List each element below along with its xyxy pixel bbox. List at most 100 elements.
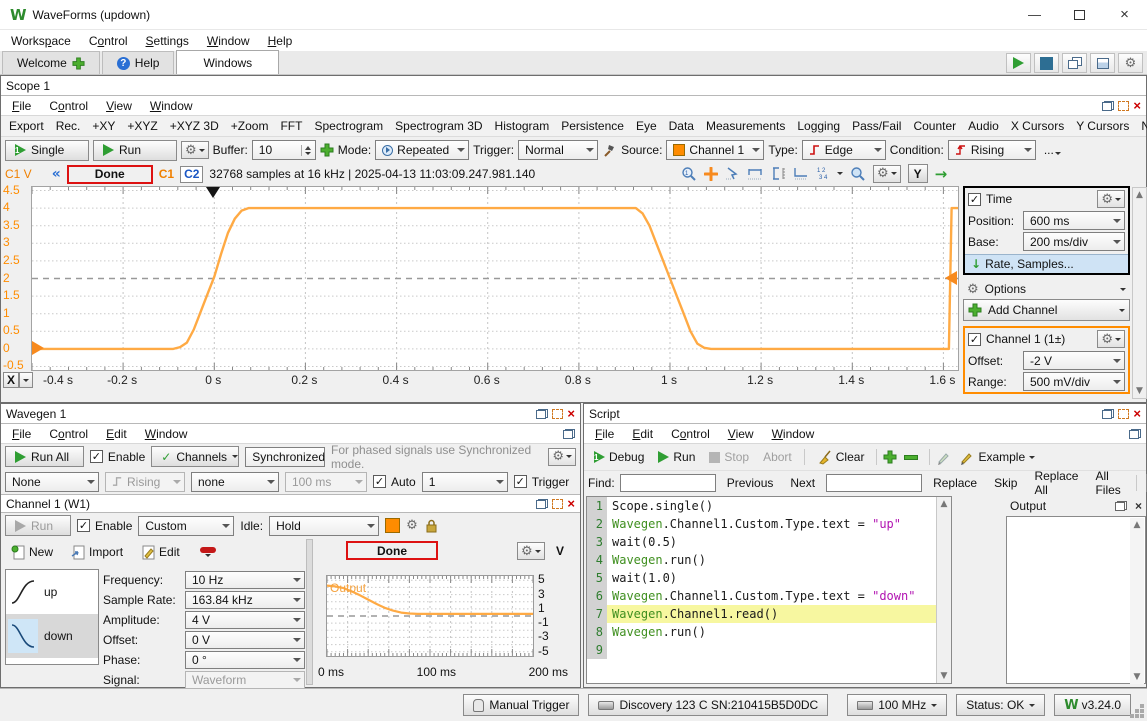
scope-toolbar-item[interactable]: Spectrogram 3D <box>389 119 488 133</box>
trigger-mode-select[interactable]: Normal <box>518 140 598 160</box>
offset-select[interactable]: -2 V <box>1023 351 1125 370</box>
cursors-1234-icon[interactable]: 1 23 4 <box>816 166 830 181</box>
stop-button[interactable]: Stop <box>703 447 755 467</box>
menu-item[interactable]: Control <box>80 32 137 50</box>
resize-grip[interactable] <box>1140 714 1144 718</box>
spin-down-icon[interactable] <box>305 152 311 155</box>
parameter-select[interactable]: 4 V <box>185 611 305 629</box>
tile-windows-icon[interactable] <box>1090 53 1115 73</box>
wavegen-menu-item[interactable]: Window <box>136 425 197 443</box>
scope-toolbar-item[interactable]: +XYZ 3D <box>164 119 225 133</box>
wavegen-close-icon[interactable]: × <box>567 409 575 419</box>
scope-toolbar-item[interactable]: Export <box>3 119 50 133</box>
scroll-up-icon[interactable]: ▲ <box>1136 190 1143 200</box>
horizontal-cursor-icon[interactable] <box>747 166 763 181</box>
more-options-button[interactable]: ... <box>1044 143 1061 157</box>
channel-enable-checkbox[interactable]: ✓Enable <box>77 519 132 533</box>
trigger-time-marker-icon[interactable] <box>206 187 220 198</box>
auto-checkbox[interactable]: ✓Auto <box>373 475 416 489</box>
range-select[interactable]: 500 mV/div <box>1023 372 1125 391</box>
channel1-tab[interactable]: C1 <box>159 167 174 181</box>
scope-close-icon[interactable]: × <box>1133 101 1141 111</box>
stop-all-icon[interactable] <box>1034 53 1059 73</box>
script-menu-item[interactable]: Window <box>763 425 824 443</box>
scope-toolbar-item[interactable]: Measurements <box>700 119 791 133</box>
scope-toolbar-item[interactable]: +XYZ <box>121 119 163 133</box>
tab-windows[interactable]: Windows <box>176 50 279 74</box>
rate-samples-link[interactable]: ↓ Rate, Samples... <box>965 254 1128 273</box>
status-button[interactable]: Status: OK <box>956 694 1045 716</box>
tab-welcome[interactable]: Welcome <box>2 51 100 74</box>
code-scrollbar[interactable]: ▲ ▼ <box>936 497 951 683</box>
script-close-icon[interactable]: × <box>1133 409 1141 419</box>
scope-side-scrollbar[interactable]: ▲ ▼ <box>1132 187 1147 399</box>
scope-toolbar-item[interactable]: Spectrogram <box>308 119 389 133</box>
wavegen-menu-item[interactable]: File <box>3 425 40 443</box>
trigger-level-marker-icon[interactable] <box>945 271 957 285</box>
idle-select[interactable]: Hold <box>269 516 379 536</box>
waveform-type-select[interactable]: Custom <box>138 516 234 536</box>
scope-toolbar-item[interactable]: +Zoom <box>225 119 275 133</box>
debug-button[interactable]: 1 Debug <box>588 447 650 467</box>
channel2-tab[interactable]: C2 <box>180 166 203 183</box>
back-chevron-icon[interactable]: « <box>52 166 61 182</box>
expand-panel-arrow-icon[interactable]: → <box>935 165 948 183</box>
pointer-icon[interactable] <box>725 166 740 181</box>
scroll-down-icon[interactable]: ▼ <box>941 671 948 681</box>
manual-trigger-hammer-icon[interactable] <box>602 143 617 158</box>
parameter-select[interactable]: 0 V <box>185 631 305 649</box>
channel1-checkbox[interactable]: ✓Channel 1 (1±) <box>968 332 1065 346</box>
trigger-condition-select[interactable]: Rising <box>948 140 1036 160</box>
code-line[interactable]: 4Wavegen.run() <box>587 551 936 569</box>
script-menu-item[interactable]: Control <box>662 425 719 443</box>
float-panel-icon[interactable] <box>1115 501 1127 511</box>
example-button[interactable]: Example <box>953 447 1041 467</box>
cursors-caret-icon[interactable] <box>837 172 843 175</box>
run-script-button[interactable]: Run <box>652 447 701 467</box>
options-row[interactable]: ⚙ Options <box>963 279 1130 299</box>
wait-select[interactable]: none <box>191 472 279 492</box>
time-checkbox[interactable]: ✓Time <box>968 192 1012 206</box>
buffer-spinner[interactable]: 10 <box>252 140 316 160</box>
mode-select[interactable]: Repeated <box>375 140 469 160</box>
waveform-list-item[interactable]: up <box>6 570 98 614</box>
channel1-gear-button[interactable]: ⚙ <box>1097 330 1125 348</box>
wavegen-channel-titlebar[interactable]: Channel 1 (W1) × <box>1 494 580 513</box>
x-axis-button[interactable]: X <box>3 372 33 388</box>
menu-item[interactable]: Workspace <box>2 32 80 50</box>
waveform-list-item[interactable]: down <box>6 614 98 658</box>
restore-icon[interactable] <box>1129 429 1141 439</box>
scope-toolbar-item[interactable]: X Cursors <box>1005 119 1070 133</box>
wavegen-restore-icon[interactable] <box>536 409 548 419</box>
scope-toolbar-item[interactable]: +XY <box>86 119 121 133</box>
restore-icon[interactable] <box>536 499 548 509</box>
scope-toolbar-item[interactable]: Histogram <box>489 119 556 133</box>
scope-titlebar[interactable]: Scope 1 <box>1 76 1146 96</box>
new-button[interactable]: New <box>5 542 59 562</box>
parameter-select[interactable]: 10 Hz <box>185 571 305 589</box>
script-menu-item[interactable]: File <box>586 425 623 443</box>
rename-pencil-icon[interactable] <box>936 450 951 465</box>
wavegen-maximize-icon[interactable] <box>552 409 563 419</box>
scope-toolbar-item[interactable]: Eye <box>630 119 663 133</box>
preview-gear-button[interactable]: ⚙ <box>517 542 545 560</box>
scroll-up-icon[interactable]: ▲ <box>1134 520 1141 530</box>
wavegen-titlebar[interactable]: Wavegen 1 × <box>1 404 580 424</box>
add-buffer-icon[interactable] <box>320 143 334 157</box>
scope-restore-icon[interactable] <box>1102 101 1114 111</box>
code-line[interactable]: 1Scope.single() <box>587 497 936 515</box>
remove-script-icon[interactable] <box>904 455 918 460</box>
close-output-icon[interactable]: × <box>1135 499 1142 513</box>
restore-icon[interactable] <box>563 429 575 439</box>
code-line[interactable]: 2Wavegen.Channel1.Custom.Type.text = "up… <box>587 515 936 533</box>
vertical-cursor-icon[interactable] <box>770 166 786 181</box>
repeat-count-select[interactable]: 1 <box>422 472 508 492</box>
single-button[interactable]: 1 Single <box>5 140 89 161</box>
position-select[interactable]: 600 ms <box>1023 211 1125 230</box>
find-previous-button[interactable]: Previous <box>721 473 780 493</box>
trigger-type-select[interactable]: Edge <box>802 140 886 160</box>
add-script-icon[interactable] <box>883 450 897 464</box>
find-next-button[interactable]: Next <box>784 473 821 493</box>
base-select[interactable]: 200 ms/div <box>1023 232 1125 251</box>
zoom-in-icon[interactable]: 1 <box>681 166 697 182</box>
